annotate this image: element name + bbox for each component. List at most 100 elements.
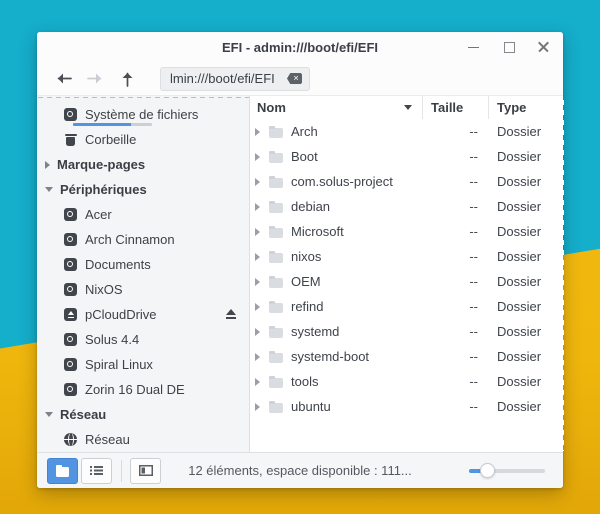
sidebar-item[interactable]: Arch Cinnamon <box>37 227 249 252</box>
file-name: refind <box>291 299 324 314</box>
back-button[interactable] <box>52 68 74 90</box>
column-header-type[interactable]: Type <box>488 96 563 119</box>
file-row[interactable]: Arch -- Dossier <box>250 119 563 144</box>
folder-icon <box>269 253 283 263</box>
drive-icon <box>64 258 77 271</box>
file-type: Dossier <box>488 224 563 239</box>
file-size: -- <box>422 124 488 139</box>
drive-icon <box>64 108 77 121</box>
forward-button[interactable] <box>84 68 106 90</box>
section-expander-icon[interactable] <box>45 412 53 417</box>
folder-icon <box>269 303 283 313</box>
sidebar-item[interactable]: Réseau <box>37 427 249 452</box>
file-name: tools <box>291 374 318 389</box>
file-row[interactable]: debian -- Dossier <box>250 194 563 219</box>
file-row[interactable]: systemd -- Dossier <box>250 319 563 344</box>
sidebar-item[interactable]: pCloudDrive <box>37 302 249 327</box>
sidebar-section-header[interactable]: Réseau <box>37 402 249 427</box>
expander-icon[interactable] <box>255 378 260 386</box>
file-name: debian <box>291 199 330 214</box>
zoom-slider-handle[interactable] <box>480 463 495 478</box>
up-button[interactable] <box>116 68 138 90</box>
toggle-sidebar-button[interactable] <box>130 458 161 484</box>
sidebar: Système de fichiers Corbeille Marque-pag… <box>37 96 250 452</box>
file-size: -- <box>422 199 488 214</box>
close-button[interactable] <box>537 41 550 54</box>
statusbar: 12 éléments, espace disponible : 111... <box>37 452 563 488</box>
file-row[interactable]: ubuntu -- Dossier <box>250 394 563 419</box>
list-header: Nom Taille Type <box>250 96 563 119</box>
expander-icon[interactable] <box>255 303 260 311</box>
sidebar-item[interactable]: Documents <box>37 252 249 277</box>
sidebar-item[interactable]: Acer <box>37 202 249 227</box>
file-row[interactable]: refind -- Dossier <box>250 294 563 319</box>
column-header-name[interactable]: Nom <box>250 96 422 119</box>
file-row[interactable]: OEM -- Dossier <box>250 269 563 294</box>
file-size: -- <box>422 374 488 389</box>
maximize-button[interactable] <box>502 41 515 54</box>
section-expander-icon[interactable] <box>45 187 53 192</box>
expander-icon[interactable] <box>255 153 260 161</box>
expander-icon[interactable] <box>255 328 260 336</box>
sidebar-toggle-icon <box>139 465 153 476</box>
sidebar-section-header[interactable]: Marque-pages <box>37 152 249 177</box>
expander-icon[interactable] <box>255 403 260 411</box>
expander-icon[interactable] <box>255 278 260 286</box>
file-row[interactable]: tools -- Dossier <box>250 369 563 394</box>
expander-icon[interactable] <box>255 128 260 136</box>
sidebar-item[interactable]: NixOS <box>37 277 249 302</box>
clear-location-icon[interactable] <box>287 73 302 84</box>
file-size: -- <box>422 299 488 314</box>
section-label: Réseau <box>60 407 106 422</box>
sidebar-item[interactable]: Système de fichiers <box>37 102 249 127</box>
expander-icon[interactable] <box>255 228 260 236</box>
section-label: Marque-pages <box>57 157 145 172</box>
eject-button[interactable] <box>226 309 236 320</box>
toolbar: lmin:///boot/efi/EFI <box>37 62 563 96</box>
expander-icon[interactable] <box>255 253 260 261</box>
minimize-button[interactable] <box>467 41 480 54</box>
file-row[interactable]: Microsoft -- Dossier <box>250 219 563 244</box>
zoom-slider[interactable] <box>469 463 545 479</box>
content-area: Système de fichiers Corbeille Marque-pag… <box>37 96 563 452</box>
sidebar-item-label: Arch Cinnamon <box>85 232 175 247</box>
file-type: Dossier <box>488 324 563 339</box>
titlebar[interactable]: EFI - admin:///boot/efi/EFI <box>37 32 563 62</box>
file-type: Dossier <box>488 299 563 314</box>
sidebar-item-label: Zorin 16 Dual DE <box>85 382 185 397</box>
sidebar-item-label: Spiral Linux <box>85 357 153 372</box>
file-row[interactable]: nixos -- Dossier <box>250 244 563 269</box>
icon-view-button[interactable] <box>47 458 78 484</box>
sidebar-list: Système de fichiers Corbeille Marque-pag… <box>37 102 249 452</box>
location-text: lmin:///boot/efi/EFI <box>170 71 275 86</box>
file-type: Dossier <box>488 174 563 189</box>
list-view-button[interactable] <box>81 458 112 484</box>
file-type: Dossier <box>488 249 563 264</box>
file-row[interactable]: com.solus-project -- Dossier <box>250 169 563 194</box>
file-row[interactable]: systemd-boot -- Dossier <box>250 344 563 369</box>
file-size: -- <box>422 399 488 414</box>
file-type: Dossier <box>488 199 563 214</box>
sidebar-item[interactable]: Solus 4.4 <box>37 327 249 352</box>
expander-icon[interactable] <box>255 203 260 211</box>
sort-descending-icon <box>404 105 412 110</box>
file-row[interactable]: Boot -- Dossier <box>250 144 563 169</box>
file-size: -- <box>422 249 488 264</box>
forward-arrow-icon <box>87 72 104 85</box>
expander-icon[interactable] <box>255 178 260 186</box>
file-name: ubuntu <box>291 399 331 414</box>
sidebar-item[interactable]: Zorin 16 Dual DE <box>37 377 249 402</box>
file-size: -- <box>422 324 488 339</box>
column-header-size[interactable]: Taille <box>422 96 488 119</box>
section-expander-icon[interactable] <box>45 161 50 169</box>
expander-icon[interactable] <box>255 353 260 361</box>
up-arrow-icon <box>121 70 134 87</box>
sidebar-item[interactable]: Spiral Linux <box>37 352 249 377</box>
location-input[interactable]: lmin:///boot/efi/EFI <box>160 67 310 91</box>
file-size: -- <box>422 224 488 239</box>
sidebar-item[interactable]: Corbeille <box>37 127 249 152</box>
sidebar-section-header[interactable]: Périphériques <box>37 177 249 202</box>
drive-icon <box>64 208 77 221</box>
file-name: systemd <box>291 324 339 339</box>
sidebar-item-label: Corbeille <box>85 132 136 147</box>
